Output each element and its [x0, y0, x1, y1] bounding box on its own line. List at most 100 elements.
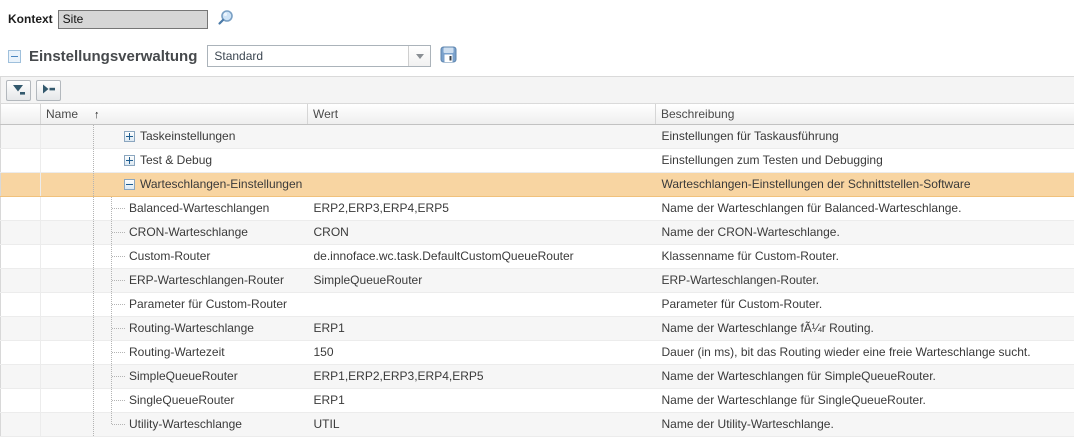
- setting-value: UTIL: [308, 412, 656, 436]
- setting-value: ERP1: [308, 388, 656, 412]
- section-collapse-icon[interactable]: [8, 50, 21, 63]
- setting-name: Custom-Router: [41, 249, 308, 263]
- setting-description: Name der Warteschlangen für Balanced-War…: [656, 196, 1074, 220]
- tree-guide: [93, 221, 94, 244]
- save-button[interactable]: [440, 46, 457, 66]
- table-row-selected[interactable]: Warteschlangen-Einstellungen Warteschlan…: [1, 172, 1074, 196]
- tree-connector: [112, 232, 125, 233]
- tree-guide: [93, 293, 94, 316]
- table-row[interactable]: ERP-Warteschlangen-Router SimpleQueueRou…: [1, 268, 1074, 292]
- setting-name: Parameter für Custom-Router: [41, 297, 308, 311]
- header-spacer: [1, 104, 41, 124]
- expand-row-icon: [42, 83, 56, 98]
- tree-guide: [93, 269, 94, 292]
- expand-row-button[interactable]: [36, 80, 61, 101]
- setting-name: SimpleQueueRouter: [41, 369, 308, 383]
- tree-guide: [93, 125, 94, 148]
- setting-value: ERP2,ERP3,ERP4,ERP5: [308, 196, 656, 220]
- collapse-all-button[interactable]: [6, 80, 31, 101]
- tree-connector: [112, 304, 125, 305]
- setting-value: [308, 292, 656, 316]
- context-label: Kontext: [8, 12, 53, 26]
- table-row[interactable]: Routing-Warteschlange ERP1 Name der Wart…: [1, 316, 1074, 340]
- tree-guide: [93, 245, 94, 268]
- tree-connector: [112, 280, 125, 281]
- tree-connector: [112, 328, 125, 329]
- setting-description: Name der Warteschlange fÃ¼r Routing.: [656, 316, 1074, 340]
- setting-name: Balanced-Warteschlangen: [41, 201, 308, 215]
- table-row[interactable]: Test & Debug Einstellungen zum Testen un…: [1, 148, 1074, 172]
- setting-description: Name der Utility-Warteschlange.: [656, 412, 1074, 436]
- tree-guide: [93, 317, 94, 340]
- tree-guide: [111, 413, 112, 424]
- table-row[interactable]: Routing-Wartezeit 150 Dauer (in ms), bit…: [1, 340, 1074, 364]
- table-row[interactable]: Balanced-Warteschlangen ERP2,ERP3,ERP4,E…: [1, 196, 1074, 220]
- table-row[interactable]: Parameter für Custom-Router Parameter fü…: [1, 292, 1074, 316]
- setting-value: ERP1,ERP2,ERP3,ERP4,ERP5: [308, 364, 656, 388]
- tree-connector: [112, 376, 125, 377]
- setting-value: [308, 148, 656, 172]
- setting-description: Einstellungen für Taskausführung: [656, 124, 1074, 148]
- setting-description: Dauer (in ms), bit das Routing wieder ei…: [656, 340, 1074, 364]
- tree-connector: [112, 424, 125, 425]
- tree-guide: [93, 149, 94, 172]
- tree-guide: [93, 197, 94, 220]
- search-button[interactable]: [216, 9, 235, 29]
- context-bar: Kontext: [8, 8, 1074, 30]
- tree-guide: [93, 173, 94, 196]
- preset-select[interactable]: Standard: [207, 45, 431, 67]
- setting-name: Taskeinstellungen: [41, 129, 308, 143]
- setting-description: Warteschlangen-Einstellungen der Schnitt…: [656, 172, 1074, 196]
- collapse-icon[interactable]: [124, 179, 135, 190]
- setting-name: CRON-Warteschlange: [41, 225, 308, 239]
- settings-table: Name↑ Wert Beschreibung Taskeinstellunge…: [0, 104, 1074, 437]
- column-header-wert[interactable]: Wert: [308, 104, 656, 124]
- table-header-row: Name↑ Wert Beschreibung: [1, 104, 1074, 124]
- dropdown-arrow-icon[interactable]: [408, 46, 430, 66]
- save-icon: [440, 46, 457, 66]
- tree-guide: [93, 389, 94, 412]
- table-row[interactable]: Utility-Warteschlange UTIL Name der Util…: [1, 412, 1074, 436]
- search-icon: [216, 9, 235, 29]
- setting-description: Name der CRON-Warteschlange.: [656, 220, 1074, 244]
- setting-description: Name der Warteschlange für SingleQueueRo…: [656, 388, 1074, 412]
- table-row[interactable]: SimpleQueueRouter ERP1,ERP2,ERP3,ERP4,ER…: [1, 364, 1074, 388]
- setting-name: Warteschlangen-Einstellungen: [41, 177, 308, 191]
- expand-icon[interactable]: [124, 155, 135, 166]
- expand-icon[interactable]: [124, 131, 135, 142]
- setting-name: Routing-Wartezeit: [41, 345, 308, 359]
- tree-guide: [93, 341, 94, 364]
- setting-description: Einstellungen zum Testen und Debugging: [656, 148, 1074, 172]
- tree-guide: [93, 413, 94, 436]
- preset-selected-value: Standard: [208, 46, 408, 66]
- setting-value: [308, 124, 656, 148]
- setting-description: Parameter für Custom-Router.: [656, 292, 1074, 316]
- table-row[interactable]: Taskeinstellungen Einstellungen für Task…: [1, 124, 1074, 148]
- table-row[interactable]: Custom-Router de.innoface.wc.task.Defaul…: [1, 244, 1074, 268]
- column-header-name[interactable]: Name↑: [41, 104, 308, 124]
- section-title: Einstellungsverwaltung: [29, 48, 197, 65]
- setting-value: [308, 172, 656, 196]
- setting-name: Test & Debug: [41, 153, 308, 167]
- setting-name: Utility-Warteschlange: [41, 417, 308, 431]
- setting-description: ERP-Warteschlangen-Router.: [656, 268, 1074, 292]
- table-row[interactable]: CRON-Warteschlange CRON Name der CRON-Wa…: [1, 220, 1074, 244]
- setting-name: ERP-Warteschlangen-Router: [41, 273, 308, 287]
- tree-guide: [93, 365, 94, 388]
- column-header-beschreibung[interactable]: Beschreibung: [656, 104, 1074, 124]
- tree-connector: [112, 352, 125, 353]
- sort-ascending-icon: ↑: [94, 109, 100, 121]
- tree-connector: [112, 256, 125, 257]
- tree-connector: [112, 400, 125, 401]
- setting-value: ERP1: [308, 316, 656, 340]
- setting-description: Klassenname für Custom-Router.: [656, 244, 1074, 268]
- collapse-all-icon: [12, 83, 26, 98]
- setting-value: de.innoface.wc.task.DefaultCustomQueueRo…: [308, 244, 656, 268]
- setting-name: Routing-Warteschlange: [41, 321, 308, 335]
- grid-toolbar: [0, 76, 1074, 104]
- table-row[interactable]: SingleQueueRouter ERP1 Name der Wartesch…: [1, 388, 1074, 412]
- setting-name: SingleQueueRouter: [41, 393, 308, 407]
- setting-description: Name der Warteschlangen für SimpleQueueR…: [656, 364, 1074, 388]
- context-input[interactable]: [58, 10, 208, 29]
- tree-connector: [112, 208, 125, 209]
